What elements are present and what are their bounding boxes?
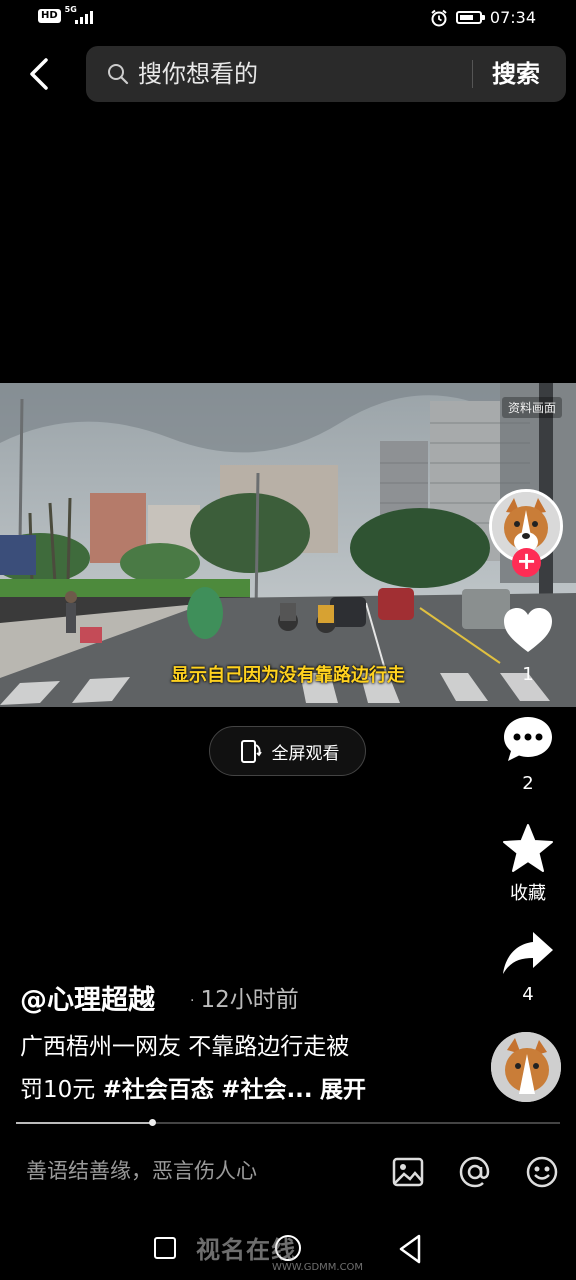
share-arrow-icon: [503, 932, 553, 974]
favorite-button[interactable]: 收藏: [496, 823, 560, 905]
status-time: 07:34: [489, 8, 536, 27]
share-count: 4: [522, 984, 534, 1005]
post-time-text: 12小时前: [200, 987, 299, 1013]
share-button[interactable]: 4: [496, 930, 560, 1005]
author-name[interactable]: @心理超越: [20, 978, 155, 1017]
status-left: HD 5G: [38, 5, 95, 24]
desc-line-2-text: 罚10元: [20, 1077, 103, 1103]
desc-line-2: 罚10元 #社会百态 #社会... 展开: [20, 1069, 440, 1112]
at-icon[interactable]: [458, 1155, 492, 1189]
recent-apps-button[interactable]: [154, 1237, 176, 1259]
favorite-label: 收藏: [510, 883, 546, 904]
hd-badge: HD: [38, 9, 61, 23]
search-button[interactable]: 搜索: [492, 58, 540, 90]
progress-handle[interactable]: [149, 1119, 156, 1126]
fullscreen-button[interactable]: 全屏观看: [209, 726, 366, 776]
like-button[interactable]: 1: [496, 606, 560, 685]
like-count: 1: [522, 664, 534, 685]
comment-count: 2: [522, 773, 534, 794]
status-bar: HD 5G 07:34: [0, 0, 576, 36]
watermark-text: 视名在线: [196, 1236, 296, 1264]
watermark-url: WWW.GDMM.COM: [272, 1262, 364, 1273]
hashtag-1[interactable]: #社会百态: [103, 1077, 214, 1103]
search-divider: [472, 60, 473, 88]
follow-plus-button[interactable]: +: [512, 548, 541, 577]
search-box[interactable]: 搜你想看的 搜索: [86, 46, 566, 102]
time-separator: ·: [190, 992, 195, 1009]
post-time: · 12小时前: [190, 980, 299, 1014]
search-icon: [108, 64, 129, 85]
alarm-icon: [431, 9, 447, 26]
signal-icon: 5G: [65, 5, 95, 24]
star-icon: [503, 824, 553, 872]
heart-icon: [504, 608, 552, 652]
image-icon[interactable]: [391, 1155, 425, 1189]
corgi-disc-image: [491, 1032, 561, 1102]
hashtag-2[interactable]: #社会...: [221, 1077, 312, 1103]
post-description: 广西梧州一网友 不靠路边行走被 罚10元 #社会百态 #社会... 展开: [20, 1026, 440, 1112]
video-subtitle: 显示自己因为没有靠路边行走: [171, 665, 405, 686]
comment-button[interactable]: 2: [496, 715, 560, 794]
comment-input[interactable]: 善语结善缘，恶言伤人心: [26, 1155, 257, 1187]
emoji-icon[interactable]: [525, 1155, 559, 1189]
status-right: 07:34: [430, 8, 536, 27]
video-corner-tag: 资料画面: [501, 397, 562, 418]
rotate-screen-icon: [240, 740, 262, 763]
video-player[interactable]: 资料画面 显示自己因为没有靠路边行走: [0, 383, 576, 707]
battery-icon: [455, 11, 485, 24]
search-input[interactable]: 搜你想看的: [138, 58, 258, 90]
nav-back-icon[interactable]: [398, 1234, 422, 1264]
comment-bubble-icon: [504, 717, 552, 761]
progress-fill: [16, 1122, 152, 1124]
back-arrow-icon[interactable]: [22, 56, 58, 92]
fullscreen-label: 全屏观看: [271, 743, 340, 764]
expand-link[interactable]: 展开: [320, 1077, 366, 1103]
video-progress-bar[interactable]: [16, 1119, 560, 1126]
video-frame: [0, 383, 576, 707]
music-disc-avatar[interactable]: [491, 1032, 561, 1102]
desc-line-1: 广西梧州一网友 不靠路边行走被: [20, 1034, 350, 1060]
